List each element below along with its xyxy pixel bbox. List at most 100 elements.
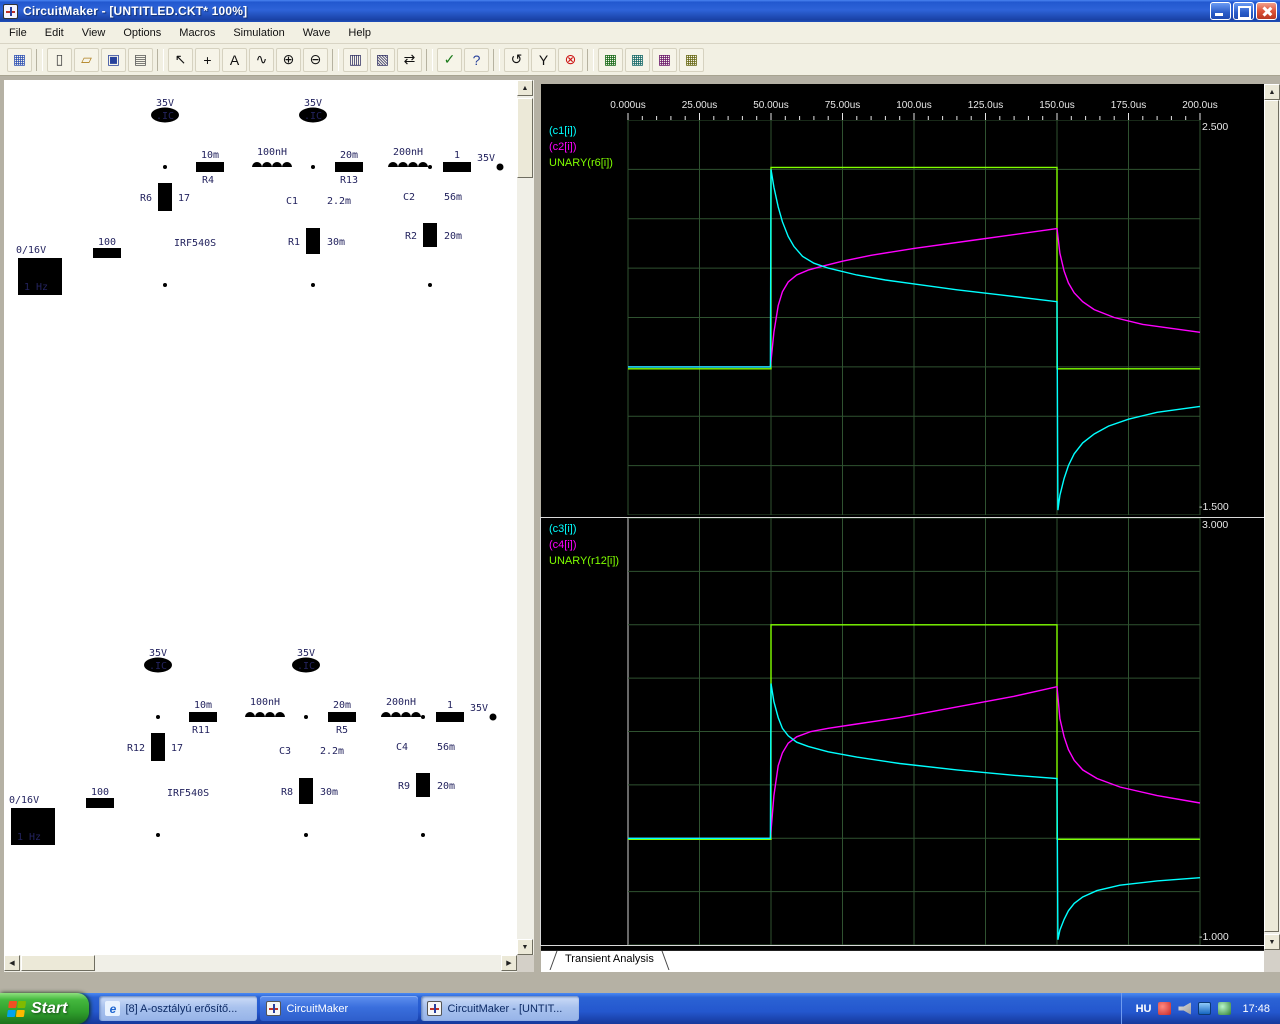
- refresh-button[interactable]: ▧: [370, 47, 395, 72]
- windows-logo-icon: [6, 1000, 27, 1017]
- x-tick-label: 150.0us: [1039, 100, 1075, 111]
- language-indicator[interactable]: HU: [1136, 1003, 1152, 1015]
- clock[interactable]: 17:48: [1242, 1003, 1270, 1015]
- task-button[interactable]: CircuitMaker: [260, 996, 419, 1021]
- save-button[interactable]: ▣: [101, 47, 126, 72]
- menu-view[interactable]: View: [73, 24, 115, 42]
- menu-macros[interactable]: Macros: [170, 24, 224, 42]
- legend-item[interactable]: (c3[i]): [549, 521, 619, 537]
- tab-transient-analysis[interactable]: Transient Analysis: [549, 951, 670, 969]
- waveform-plot-area[interactable]: 0.000us 25.00us 50.00us 75.00us 100.0us 125.0…: [541, 84, 1264, 950]
- legend-item[interactable]: UNARY(r6[i]): [549, 155, 613, 171]
- schematic-label: 20m: [340, 150, 358, 161]
- schematic-horizontal-scrollbar[interactable]: ◀ ▶: [4, 955, 517, 972]
- zoom-out-button[interactable]: ⊖: [303, 47, 328, 72]
- waveform-window: 0.000us 25.00us 50.00us 75.00us 100.0us 125.0…: [541, 84, 1280, 972]
- reset-button[interactable]: ↺: [504, 47, 529, 72]
- legend-item[interactable]: UNARY(r12[i]): [549, 553, 619, 569]
- open-button[interactable]: ▱: [74, 47, 99, 72]
- antivirus-tray-icon[interactable]: [1158, 1002, 1172, 1015]
- legend-item[interactable]: (c4[i]): [549, 537, 619, 553]
- scrollbar-thumb[interactable]: [1264, 100, 1279, 932]
- pan-view-button[interactable]: ⇄: [397, 47, 422, 72]
- probe-tool-button[interactable]: Y: [531, 47, 556, 72]
- close-button[interactable]: [1256, 2, 1277, 20]
- scroll-right-button[interactable]: ▶: [501, 955, 517, 971]
- schematic-label: R12: [127, 743, 145, 754]
- schematic-label: 56m: [437, 742, 455, 753]
- zoom-in-button[interactable]: ⊕: [276, 47, 301, 72]
- volume-tray-icon[interactable]: [1178, 1002, 1192, 1015]
- scroll-up-button[interactable]: ▲: [517, 80, 533, 96]
- start-label: Start: [31, 999, 68, 1017]
- schematic-canvas[interactable]: 35V .IC 35V .IC 10m R4 100nH 20m R13 200nH 1 35V R6 1…: [4, 80, 517, 955]
- help-button[interactable]: ?: [464, 47, 489, 72]
- schematic-label: 30m: [327, 237, 345, 248]
- new-button[interactable]: ▯: [47, 47, 72, 72]
- menu-edit[interactable]: Edit: [36, 24, 73, 42]
- display-tray-icon[interactable]: [1198, 1002, 1212, 1015]
- schematic-label: 20m: [444, 231, 462, 242]
- scroll-down-button[interactable]: ▼: [517, 939, 533, 955]
- mixed-signal-button[interactable]: ▦: [7, 47, 32, 72]
- scrollbar-corner: [1264, 950, 1280, 972]
- menu-file[interactable]: File: [0, 24, 36, 42]
- plot-top[interactable]: (c1[i]) (c2[i]) UNARY(r6[i]) 2.500 -1.500: [541, 119, 1264, 516]
- schematic-label: R6: [140, 193, 152, 204]
- start-button[interactable]: Start: [0, 993, 90, 1024]
- schematic-label: 0/16V: [16, 245, 46, 256]
- toolbar-separator: [332, 48, 339, 71]
- scroll-up-button[interactable]: ▲: [1264, 84, 1280, 100]
- schematic-label: 35V: [297, 648, 315, 659]
- select-tool-button[interactable]: ↖: [168, 47, 193, 72]
- stop-simulation-button[interactable]: ⊗: [558, 47, 583, 72]
- schematic-label: 10m: [201, 150, 219, 161]
- task-button[interactable]: e [8] A-osztályú erősítő...: [99, 996, 258, 1021]
- schematic-vertical-scrollbar[interactable]: ▲ ▼: [517, 80, 534, 955]
- scroll-down-button[interactable]: ▼: [1264, 934, 1280, 950]
- menu-wave[interactable]: Wave: [294, 24, 340, 42]
- schematic-label: 2.2m: [320, 746, 344, 757]
- schematic-label: 30m: [320, 787, 338, 798]
- scroll-left-button[interactable]: ◀: [4, 955, 20, 971]
- schematic-label: 35V: [304, 98, 322, 109]
- scrollbar-thumb[interactable]: [517, 98, 533, 178]
- print-button[interactable]: ▤: [128, 47, 153, 72]
- legend-item[interactable]: (c2[i]): [549, 139, 613, 155]
- schematic-label: .IC: [304, 111, 322, 122]
- scope-setup-button[interactable]: ▦: [679, 47, 704, 72]
- minimize-button[interactable]: [1210, 2, 1231, 20]
- text-tool-button[interactable]: A: [222, 47, 247, 72]
- legend-item[interactable]: (c1[i]): [549, 123, 613, 139]
- x-tick-label: 175.0us: [1110, 100, 1147, 111]
- maximize-button[interactable]: [1233, 2, 1254, 20]
- window-title: CircuitMaker - [UNTITLED.CKT* 100%]: [23, 4, 248, 18]
- fit-to-page-button[interactable]: ▥: [343, 47, 368, 72]
- add-part-button[interactable]: +: [195, 47, 220, 72]
- schematic-label: IRF540S: [167, 788, 209, 799]
- circuitmaker-app-icon: [3, 3, 18, 19]
- wire-tool-button[interactable]: ∿: [249, 47, 274, 72]
- legend: (c3[i]) (c4[i]) UNARY(r12[i]): [549, 521, 619, 569]
- title-bar: CircuitMaker - [UNTITLED.CKT* 100%]: [0, 0, 1280, 22]
- menu-options[interactable]: Options: [114, 24, 170, 42]
- x-tick-label: 25.00us: [681, 100, 718, 111]
- task-button[interactable]: CircuitMaker - [UNTIT...: [421, 996, 580, 1021]
- toolbar-separator: [36, 48, 43, 71]
- scope-analog-button[interactable]: ▦: [652, 47, 677, 72]
- schematic-window: 35V .IC 35V .IC 10m R4 100nH 20m R13 200nH 1 35V R6 1…: [4, 80, 534, 972]
- menu-help[interactable]: Help: [339, 24, 380, 42]
- schematic-label: 100nH: [257, 147, 287, 158]
- schematic-label: 2.2m: [327, 196, 351, 207]
- x-tick-label: 200.0us: [1182, 100, 1218, 111]
- scope-digital-button[interactable]: ▦: [625, 47, 650, 72]
- network-tray-icon[interactable]: [1218, 1002, 1232, 1015]
- schematic-label: 35V: [477, 153, 495, 164]
- rule-check-button[interactable]: ✓: [437, 47, 462, 72]
- waveform-vertical-scrollbar[interactable]: ▲ ▼: [1264, 84, 1280, 950]
- scrollbar-thumb[interactable]: [21, 955, 95, 971]
- y-min-label: -1.000: [1199, 931, 1229, 943]
- plot-bottom[interactable]: (c3[i]) (c4[i]) UNARY(r12[i]) 3.000 -1.000: [541, 517, 1264, 946]
- scope-waveforms-button[interactable]: ▦: [598, 47, 623, 72]
- menu-simulation[interactable]: Simulation: [224, 24, 293, 42]
